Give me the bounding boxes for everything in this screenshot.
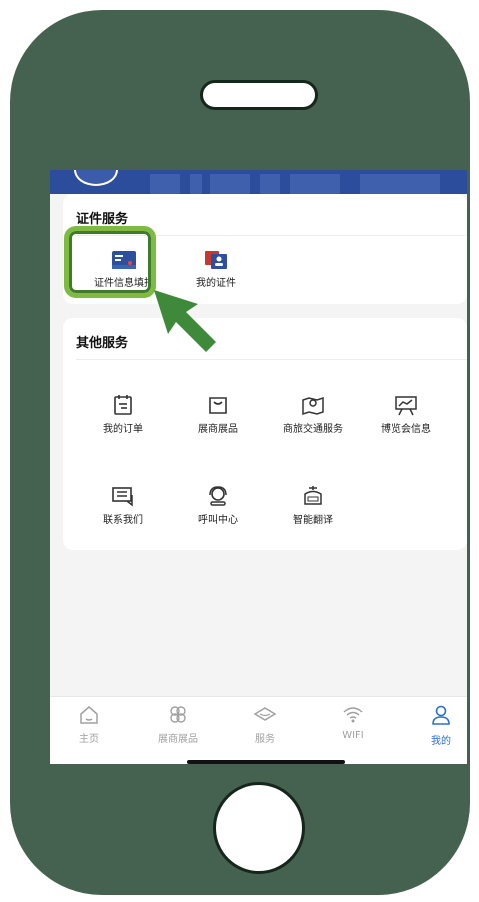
tab-label: WIFI — [342, 730, 364, 741]
service-contact-us[interactable]: 联系我们 — [78, 485, 168, 526]
home-icon — [80, 706, 98, 724]
wifi-icon — [343, 707, 363, 723]
tab-wifi[interactable]: WIFI — [318, 705, 388, 741]
user-icon — [432, 705, 450, 725]
chat-icon — [112, 487, 133, 507]
service-call-center[interactable]: 呼叫中心 — [173, 485, 263, 526]
bottom-tab-bar: 主页 展商展品 服务 WIFI 我的 — [50, 696, 467, 764]
home-indicator — [187, 760, 345, 764]
highlight-box — [64, 226, 156, 298]
header-banner — [50, 170, 467, 194]
shopping-bag-icon — [209, 397, 227, 414]
other-services-card: 其他服务 我的订单 展商展品 商旅交通服务 博览会信息 联系我们 呼叫中心 智能… — [63, 318, 467, 550]
tab-exhibitors[interactable]: 展商展品 — [143, 705, 213, 745]
tab-mine[interactable]: 我的 — [406, 705, 467, 747]
phone-speaker — [200, 80, 318, 110]
service-my-certificate[interactable]: 我的证件 — [171, 250, 261, 289]
map-pin-icon — [302, 396, 324, 416]
translate-robot-icon — [304, 486, 322, 505]
service-expo-info[interactable]: 博览会信息 — [361, 394, 451, 435]
service-label: 智能翻译 — [293, 515, 333, 526]
service-business-travel[interactable]: 商旅交通服务 — [268, 394, 358, 435]
phone-home-button[interactable] — [213, 782, 305, 874]
tab-label: 我的 — [431, 736, 451, 747]
phone-frame: 证件服务 证件信息填报 我的证件 其他服务 我的订单 展商展品 商旅交通服务 博… — [10, 10, 470, 895]
pointer-arrow-icon — [154, 290, 216, 352]
clover-icon — [170, 706, 186, 723]
tab-label: 服务 — [255, 734, 275, 745]
tab-services[interactable]: 服务 — [230, 705, 300, 745]
service-label: 展商展品 — [198, 424, 238, 435]
certificate-services-title: 证件服务 — [76, 212, 129, 227]
service-label: 博览会信息 — [381, 424, 431, 435]
service-label: 联系我们 — [103, 515, 143, 526]
tab-label: 展商展品 — [158, 734, 198, 745]
diamond-icon — [253, 707, 277, 721]
avatar[interactable] — [74, 170, 118, 186]
tab-home[interactable]: 主页 — [54, 705, 124, 745]
service-my-orders[interactable]: 我的订单 — [78, 394, 168, 435]
tab-label: 主页 — [79, 734, 99, 745]
clipboard-icon — [114, 395, 132, 415]
service-label: 商旅交通服务 — [283, 424, 343, 435]
service-label: 我的订单 — [103, 424, 143, 435]
badge-icon — [205, 251, 227, 269]
service-exhibitors[interactable]: 展商展品 — [173, 394, 263, 435]
headset-icon — [209, 486, 227, 506]
other-services-title: 其他服务 — [76, 336, 129, 351]
presentation-board-icon — [395, 396, 417, 416]
service-smart-translate[interactable]: 智能翻译 — [268, 485, 358, 526]
service-label: 呼叫中心 — [198, 515, 238, 526]
